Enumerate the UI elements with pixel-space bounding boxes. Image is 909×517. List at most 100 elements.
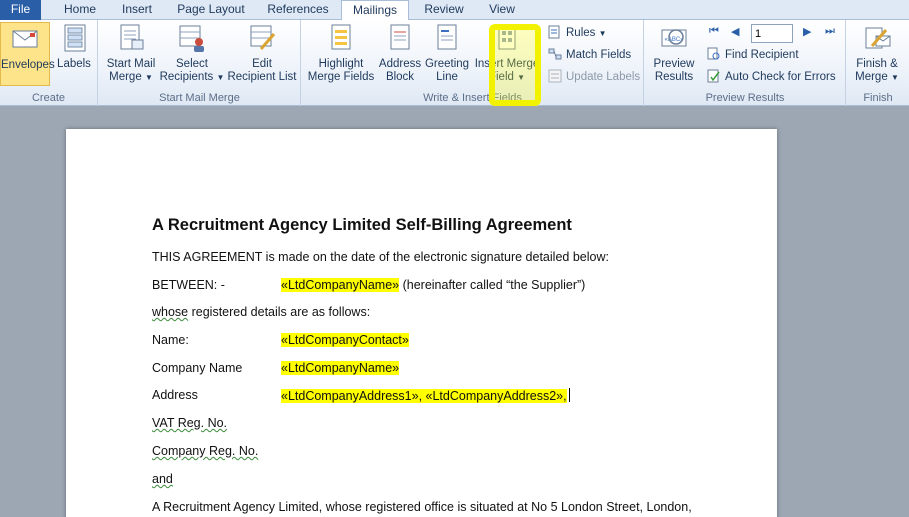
start-mail-merge-label-1: Start Mail (106, 58, 156, 70)
company-name-label: Company Name (152, 361, 243, 375)
name-label: Name: (152, 333, 189, 347)
select-recipients-icon (179, 25, 204, 52)
merge-field-company-name[interactable]: «LtdCompanyName» (281, 278, 400, 292)
record-number-input[interactable] (751, 24, 793, 43)
tab-view[interactable]: View (480, 0, 524, 20)
update-labels-button[interactable]: Update Labels (548, 68, 640, 88)
between-label: BETWEEN: - (152, 278, 225, 292)
rules-button[interactable]: Rules ▼ (548, 24, 607, 44)
find-recipient-button[interactable]: Find Recipient (707, 46, 799, 66)
merge-field-address[interactable]: «LtdCompanyAddress1», «LtdCompanyAddress… (281, 389, 567, 403)
envelopes-button[interactable]: Envelopes (0, 22, 55, 86)
greeting-line-button[interactable]: Greeting Line (422, 22, 472, 84)
envelopes-label: Envelopes (1, 59, 55, 71)
dropdown-arrow-icon: ▼ (890, 73, 899, 82)
supplier-text: (hereinafter called “the Supplier”) (399, 278, 586, 292)
auto-check-errors-label: Auto Check for Errors (725, 71, 836, 83)
address-block-button[interactable]: Address Block (376, 22, 424, 84)
match-fields-icon (548, 48, 562, 60)
whose-word: whose (152, 305, 189, 319)
group-finish-label: Finish (863, 92, 893, 104)
group-finish: Finish & Merge ▼ Finish (847, 20, 909, 106)
start-mail-merge-button[interactable]: Start Mail Merge ▼ (103, 22, 159, 84)
find-recipient-label: Find Recipient (725, 49, 799, 61)
company-reg-label: Company Reg. No. (152, 444, 259, 458)
between-line: «LtdCompanyName» (hereinafter called “th… (281, 278, 585, 292)
next-record-icon[interactable]: ▶ (803, 25, 811, 38)
group-write-insert-fields-label: Write & Insert Fields (423, 92, 522, 104)
preview-results-label-2: Results (654, 71, 694, 83)
edit-recipient-list-button[interactable]: Edit Recipient List (225, 22, 299, 84)
and-label: and (152, 472, 173, 486)
first-record-icon[interactable]: ⏮ (709, 25, 719, 38)
dropdown-arrow-icon: ▼ (144, 73, 153, 82)
address-block-label-2: Block (385, 71, 415, 83)
address-block-label-1: Address (378, 58, 422, 70)
finish-merge-label-2: Merge (855, 71, 888, 83)
tab-page-layout[interactable]: Page Layout (170, 0, 252, 20)
address-label: Address (152, 388, 198, 402)
document-title: A Recruitment Agency Limited Self-Billin… (152, 216, 572, 234)
tab-insert[interactable]: Insert (112, 0, 162, 20)
dropdown-arrow-icon: ▼ (216, 73, 225, 82)
group-start-mail-merge-label: Start Mail Merge (159, 92, 240, 104)
match-fields-button[interactable]: Match Fields (548, 46, 631, 66)
tab-home[interactable]: Home (56, 0, 104, 20)
agreement-intro: THIS AGREEMENT is made on the date of th… (152, 250, 609, 264)
select-recipients-label-1: Select (176, 58, 208, 70)
last-record-icon[interactable]: ⏭ (825, 25, 835, 38)
merge-field-company-name-2[interactable]: «LtdCompanyName» (281, 361, 400, 375)
highlight-merge-fields-button[interactable]: Highlight Merge Fields (306, 22, 376, 84)
vat-reg-label: VAT Reg. No. (152, 416, 228, 430)
tab-references[interactable]: References (262, 0, 334, 20)
highlight-label-2: Merge Fields (307, 71, 375, 83)
tab-review[interactable]: Review (418, 0, 470, 20)
previous-record-icon[interactable]: ◀ (731, 25, 739, 38)
edit-recipient-label-1: Edit (252, 58, 272, 70)
finish-merge-button[interactable]: Finish & Merge ▼ (849, 22, 905, 84)
dropdown-arrow-icon: ▼ (598, 29, 607, 38)
highlight-label-1: Highlight (318, 58, 364, 70)
select-recipients-button[interactable]: Select Recipients ▼ (159, 22, 225, 84)
finish-merge-icon (865, 27, 891, 49)
update-labels-label: Update Labels (566, 71, 641, 83)
document-page[interactable]: A Recruitment Agency Limited Self-Billin… (66, 129, 777, 517)
edit-recipient-list-icon (250, 25, 276, 50)
greeting-line-label-1: Greeting (424, 58, 470, 70)
group-start-mail-merge: Start Mail Merge ▼ Select Recipients ▼ E… (99, 20, 301, 106)
select-recipients-label-2: Recipients (159, 71, 214, 83)
start-mail-merge-label-2: Merge (109, 71, 142, 83)
labels-icon (64, 24, 86, 52)
registered-details-text: registered details are as follows: (188, 305, 371, 319)
match-fields-label: Match Fields (566, 49, 632, 61)
preview-results-label-1: Preview (653, 58, 695, 70)
agency-address-line: A Recruitment Agency Limited, whose regi… (152, 500, 692, 514)
preview-results-icon: «ABC» (661, 29, 687, 47)
labels-button[interactable]: Labels (52, 22, 96, 71)
tab-mailings[interactable]: Mailings (341, 0, 409, 21)
labels-label: Labels (57, 58, 91, 70)
rules-label: Rules (566, 27, 596, 39)
greeting-line-label-2: Line (436, 71, 458, 83)
group-create-label: Create (31, 92, 66, 104)
ribbon: Envelopes Labels Create Start Mail Merge… (0, 20, 909, 106)
auto-check-errors-button[interactable]: Auto Check for Errors (707, 68, 836, 88)
group-preview-results-label: Preview Results (705, 92, 785, 104)
address-line: «LtdCompanyAddress1», «LtdCompanyAddress… (281, 388, 570, 403)
envelope-icon (12, 30, 38, 48)
auto-check-errors-icon (707, 69, 720, 83)
annotation-highlight (489, 24, 541, 106)
preview-results-button[interactable]: «ABC» Preview Results (647, 22, 701, 84)
text-cursor (568, 388, 570, 402)
group-preview-results: «ABC» Preview Results ⏮ ◀ ▶ ⏭ Find Recip… (645, 20, 846, 106)
start-mail-merge-icon (120, 24, 144, 50)
update-labels-icon (548, 69, 562, 83)
edit-recipient-label-2: Recipient List (227, 71, 297, 83)
finish-merge-label-1: Finish & (856, 58, 898, 70)
tab-file[interactable]: File (0, 0, 41, 20)
rules-icon (548, 25, 560, 39)
highlight-merge-fields-icon (331, 24, 351, 50)
find-recipient-icon (707, 47, 720, 60)
ribbon-tab-bar: File Home Insert Page Layout References … (0, 0, 909, 21)
merge-field-company-contact[interactable]: «LtdCompanyContact» (281, 333, 409, 347)
